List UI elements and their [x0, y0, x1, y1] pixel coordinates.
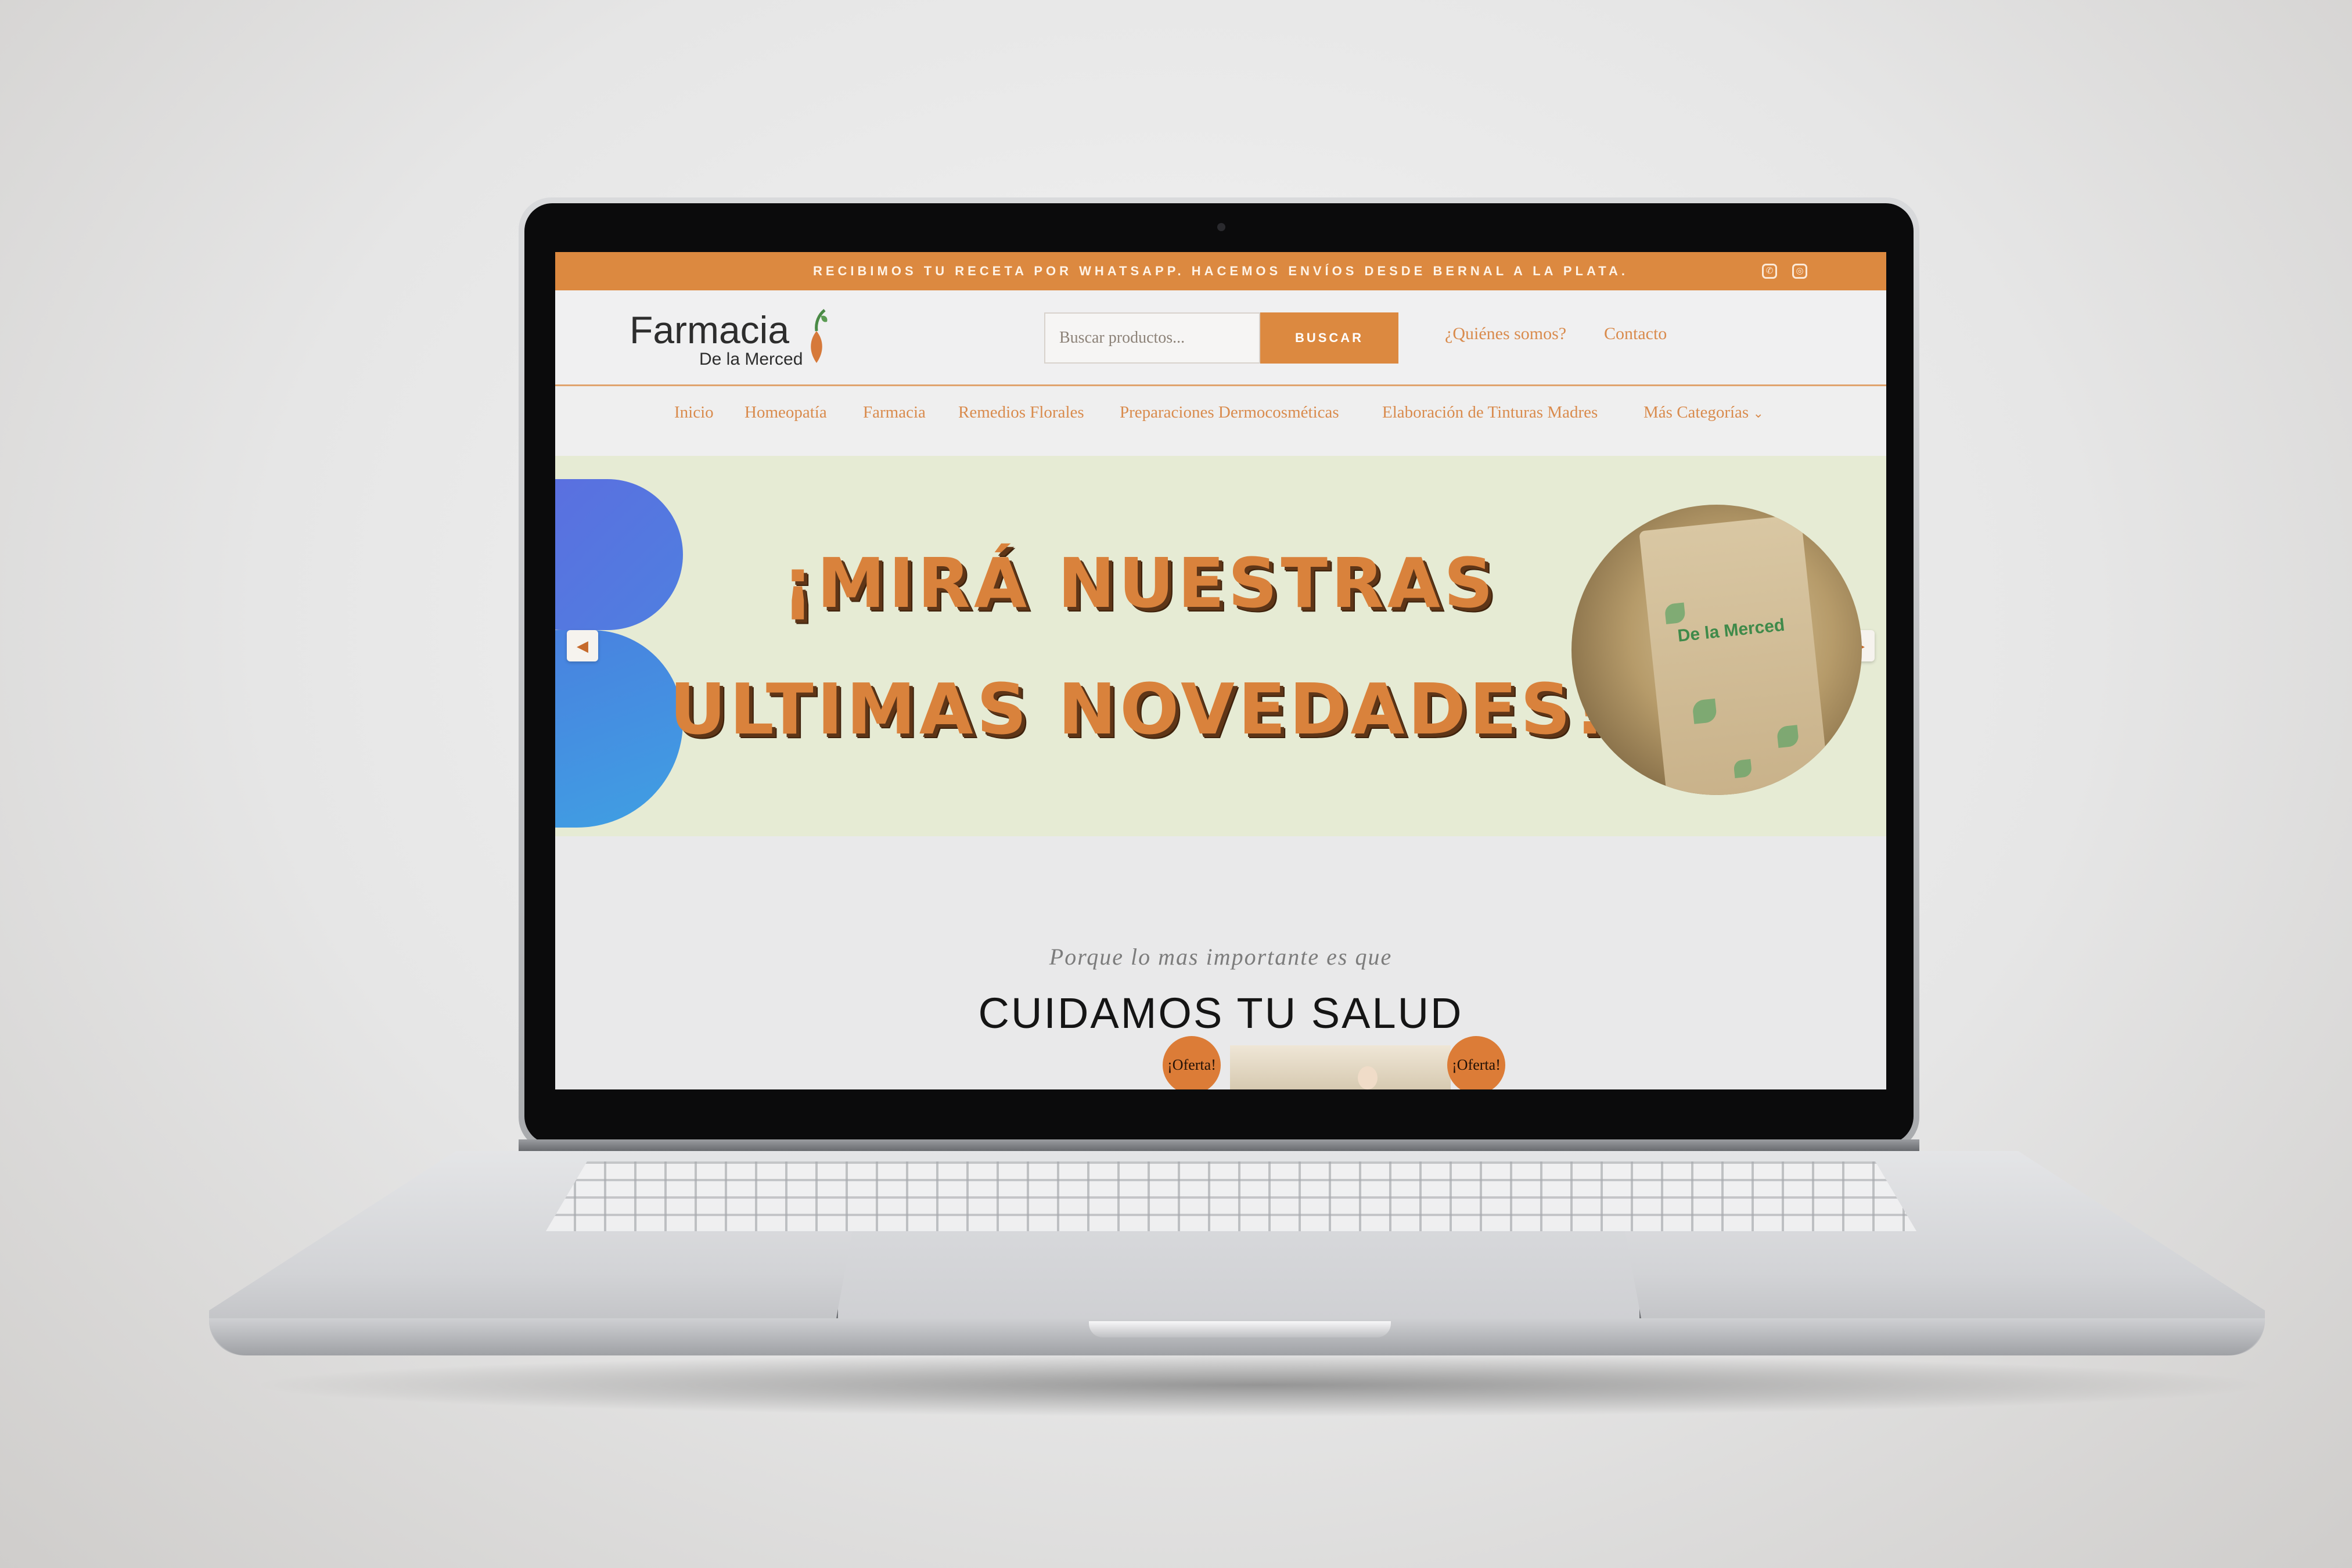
logo-leaf-icon [811, 309, 828, 363]
chevron-down-icon: ⌄ [1753, 406, 1764, 420]
contact-link[interactable]: Contacto [1604, 324, 1667, 344]
nav-item-inicio[interactable]: Inicio [674, 403, 714, 422]
nav-item-dermocosmeticas[interactable]: Preparaciones Dermocosméticas [1120, 403, 1339, 422]
lid-notch [1089, 1321, 1391, 1337]
keyboard-rows [546, 1161, 1916, 1231]
section-tagline: Porque lo mas importante es que [1049, 944, 1393, 970]
product-bag-brand: De la Merced [1677, 615, 1786, 646]
hero-slider: ¡MIRÁ NUESTRAS ULTIMAS NOVEDADES! ◀ ▶ De… [555, 456, 1886, 836]
section-title: CUIDAMOS TU SALUD [978, 989, 1463, 1037]
logo-subtitle[interactable]: De la Merced [699, 350, 803, 369]
laptop-shadow [244, 1353, 2277, 1417]
logo-title[interactable]: Farmacia [630, 308, 789, 352]
leaf-decoration [1733, 758, 1753, 778]
product-pill [1358, 1066, 1378, 1089]
instagram-icon[interactable]: ◎ [1792, 264, 1807, 279]
leaf-decoration [1692, 698, 1718, 724]
search-button[interactable]: BUSCAR [1260, 312, 1398, 364]
announcement-text: RECIBIMOS TU RECETA POR WHATSAPP. HACEMO… [812, 264, 1629, 278]
product-image: De la Merced [1571, 505, 1862, 795]
webcam [1217, 223, 1225, 231]
nav-item-tinturas-madres[interactable]: Elaboración de Tinturas Madres [1382, 403, 1598, 422]
leaf-decoration [1776, 725, 1800, 748]
laptop-screen: RECIBIMOS TU RECETA POR WHATSAPP. HACEMO… [555, 252, 1886, 1089]
trackpad [836, 1231, 1641, 1318]
sale-badge: ¡Oferta! [1163, 1036, 1221, 1089]
product-card-image[interactable] [1230, 1045, 1451, 1089]
nav-item-mas-categorias-label: Más Categorías [1643, 403, 1749, 422]
nav-item-mas-categorias[interactable]: Más Categorías ⌄ [1643, 403, 1764, 422]
product-bag: De la Merced [1639, 514, 1829, 795]
search-input[interactable]: Buscar productos... [1044, 312, 1260, 364]
nav-item-homeopatia[interactable]: Homeopatía [745, 403, 827, 422]
sale-badge: ¡Oferta! [1447, 1036, 1505, 1089]
nav-item-remedios-florales[interactable]: Remedios Florales [958, 403, 1084, 422]
about-link[interactable]: ¿Quiénes somos? [1445, 324, 1566, 344]
leaf-decoration [1664, 602, 1686, 624]
whatsapp-icon[interactable]: ✆ [1762, 264, 1777, 279]
slider-prev-arrow-icon[interactable]: ◀ [567, 630, 598, 661]
nav-item-farmacia[interactable]: Farmacia [863, 403, 926, 422]
